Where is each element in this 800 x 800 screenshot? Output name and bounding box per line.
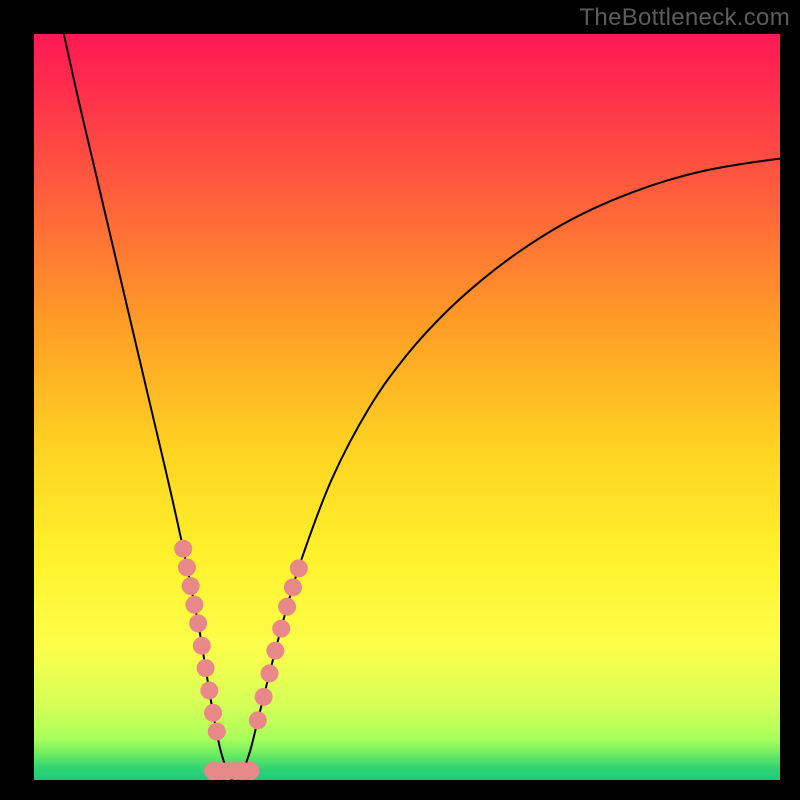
- data-dot: [241, 762, 259, 780]
- data-dot: [193, 637, 211, 655]
- data-dot: [261, 664, 279, 682]
- data-dot: [182, 577, 200, 595]
- data-dot: [178, 558, 196, 576]
- plot-area: [34, 34, 780, 780]
- data-dot: [266, 642, 284, 660]
- data-dot: [200, 681, 218, 699]
- data-dot: [278, 598, 296, 616]
- data-dot: [208, 723, 226, 741]
- data-dot: [204, 704, 222, 722]
- data-dot: [249, 711, 267, 729]
- data-dot: [189, 614, 207, 632]
- bottleneck-curve: [64, 34, 780, 780]
- chart-frame: TheBottleneck.com: [0, 0, 800, 800]
- data-dot: [174, 540, 192, 558]
- data-dot: [197, 659, 215, 677]
- watermark-text: TheBottleneck.com: [579, 4, 790, 32]
- data-dot: [185, 596, 203, 614]
- curve-layer: [34, 34, 780, 780]
- data-dot: [255, 688, 273, 706]
- data-dot: [290, 559, 308, 577]
- data-dot: [284, 578, 302, 596]
- data-dot: [272, 620, 290, 638]
